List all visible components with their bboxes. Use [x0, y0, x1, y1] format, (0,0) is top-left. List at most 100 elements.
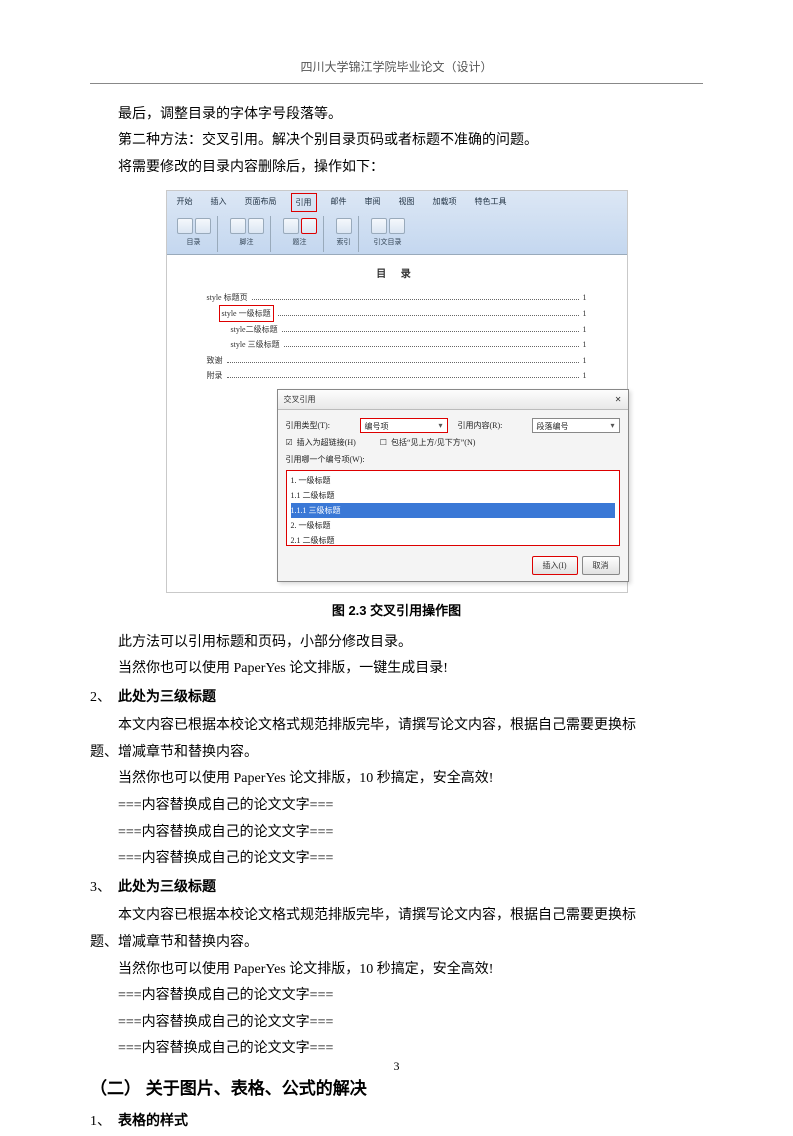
btn-toc[interactable] — [177, 218, 193, 234]
dialog-title: 交叉引用 — [284, 392, 316, 407]
toc-text: style二级标题 — [231, 322, 278, 337]
toc-row: style 标题页 1 — [207, 290, 587, 305]
chk-above-label: 包括“见上方/见下方”(N) — [391, 435, 475, 450]
after-p1: 此方法可以引用标题和页码，小部分修改目录。 — [90, 630, 703, 657]
group-citation-label: 引文目录 — [371, 236, 405, 249]
ref-type-combo[interactable]: 编号项 — [360, 418, 448, 433]
list-item[interactable]: 2.1 二级标题 — [291, 533, 615, 545]
intro-p1: 最后，调整目录的字体字号段落等。 — [90, 102, 703, 129]
ref-content-value: 段落编号 — [533, 422, 573, 431]
doc-area: 目 录 style 标题页 1 style 一级标题 1 style二级标题 1 st… — [167, 255, 627, 592]
tab-review[interactable]: 审阅 — [361, 193, 385, 212]
insert-button[interactable]: 插入(I) — [532, 556, 578, 575]
item-number: 2、 — [90, 685, 118, 712]
item-title: 此处为三级标题 — [118, 685, 216, 712]
group-index-label: 索引 — [336, 236, 352, 249]
tab-extras[interactable]: 特色工具 — [471, 193, 511, 212]
intro-p3: 将需要修改的目录内容删除后，操作如下： — [90, 155, 703, 182]
filler-line: ===内容替换成自己的论文文字=== — [90, 983, 703, 1010]
sec2-p2: 当然你也可以使用 PaperYes 论文排版，10 秒搞定，安全高效! — [90, 766, 703, 793]
sec3-p1b: 题、增减章节和替换内容。 — [90, 930, 703, 957]
toc-page: 1 — [583, 322, 587, 337]
toc-row: style 一级标题 1 — [207, 305, 587, 322]
btn-footnote[interactable] — [230, 218, 246, 234]
btn-endnote[interactable] — [248, 218, 264, 234]
btn-caption[interactable] — [283, 218, 299, 234]
sec3-p2: 当然你也可以使用 PaperYes 论文排版，10 秒搞定，安全高效! — [90, 957, 703, 984]
tab-view[interactable]: 视图 — [395, 193, 419, 212]
toc-row: style二级标题 1 — [207, 322, 587, 337]
dialog-titlebar: 交叉引用 ✕ — [278, 390, 628, 410]
toc-text: 附录 — [207, 368, 223, 383]
filler-line: ===内容替换成自己的论文文字=== — [90, 846, 703, 873]
btn-citation2[interactable] — [389, 218, 405, 234]
ref-type-label: 引用类型(T): — [286, 418, 356, 433]
group-caption-label: 题注 — [283, 236, 317, 249]
group-toc-label: 目录 — [177, 236, 211, 249]
toc-page: 1 — [583, 290, 587, 305]
ribbon-tabs: 开始 插入 页面布局 引用 邮件 审阅 视图 加载项 特色工具 — [167, 191, 627, 214]
list-label: 引用哪一个编号项(W): — [286, 452, 365, 467]
tab-addins[interactable]: 加载项 — [429, 193, 461, 212]
tab-home[interactable]: 开始 — [173, 193, 197, 212]
after-p2: 当然你也可以使用 PaperYes 论文排版，一键生成目录! — [90, 656, 703, 683]
page: { "header": "四川大学锦江学院毕业论文（设计）", "intro":… — [0, 0, 793, 1122]
toc-page: 1 — [583, 337, 587, 352]
page-header: 四川大学锦江学院毕业论文（设计） — [90, 56, 703, 84]
figure-caption: 图 2.3 交叉引用操作图 — [90, 599, 703, 624]
item-number: 3、 — [90, 875, 118, 902]
ref-content-label: 引用内容(R): — [458, 418, 528, 433]
list-item-selected[interactable]: 1.1.1 三级标题 — [291, 503, 615, 518]
ref-item-list[interactable]: 1. 一级标题 1.1 二级标题 1.1.1 三级标题 2. 一级标题 2.1 … — [286, 470, 620, 546]
list-item[interactable]: 1.1 二级标题 — [291, 488, 615, 503]
doc-title: 目 录 — [207, 265, 587, 284]
tab-references[interactable]: 引用 — [291, 193, 317, 212]
tab-mail[interactable]: 邮件 — [327, 193, 351, 212]
btn-crossref[interactable] — [301, 218, 317, 234]
tab-layout[interactable]: 页面布局 — [241, 193, 281, 212]
item-title: 表格的样式 — [118, 1109, 188, 1136]
tab-insert[interactable]: 插入 — [207, 193, 231, 212]
ref-type-value: 编号项 — [361, 422, 393, 431]
sec2-p1: 本文内容已根据本校论文格式规范排版完毕，请撰写论文内容，根据自己需要更换标 — [90, 713, 703, 740]
list-item[interactable]: 1. 一级标题 — [291, 473, 615, 488]
filler-line: ===内容替换成自己的论文文字=== — [90, 1010, 703, 1037]
close-icon[interactable]: ✕ — [615, 392, 622, 407]
heading3-item2: 2、 此处为三级标题 — [90, 685, 703, 712]
btn-index[interactable] — [336, 218, 352, 234]
ribbon: 开始 插入 页面布局 引用 邮件 审阅 视图 加载项 特色工具 目录 脚注 — [167, 191, 627, 255]
toc-page: 1 — [583, 353, 587, 368]
toc-row: 附录 1 — [207, 368, 587, 383]
word-screenshot: 开始 插入 页面布局 引用 邮件 审阅 视图 加载项 特色工具 目录 脚注 — [166, 190, 628, 593]
filler-line: ===内容替换成自己的论文文字=== — [90, 793, 703, 820]
btn-addtext[interactable] — [195, 218, 211, 234]
toc-row: style 三级标题1 — [207, 337, 587, 352]
toc-text: 致谢 — [207, 353, 223, 368]
ribbon-body: 目录 脚注 题注 索引 引文目录 — [167, 214, 627, 254]
ref-content-combo[interactable]: 段落编号 — [532, 418, 620, 433]
group-citation: 引文目录 — [365, 216, 411, 252]
checkbox-icon[interactable]: ☐ — [380, 435, 387, 450]
item-title: 此处为三级标题 — [118, 875, 216, 902]
sec2-p1b: 题、增减章节和替换内容。 — [90, 740, 703, 767]
page-number: 3 — [0, 1055, 793, 1078]
item-number: 1、 — [90, 1109, 118, 1136]
filler-line: ===内容替换成自己的论文文字=== — [90, 820, 703, 847]
group-footnote: 脚注 — [224, 216, 271, 252]
cancel-button[interactable]: 取消 — [582, 556, 620, 575]
toc-text-boxed: style 一级标题 — [219, 305, 274, 322]
heading3-item4: 1、 表格的样式 — [90, 1109, 703, 1136]
toc-text: style 标题页 — [207, 290, 248, 305]
sec3-p1: 本文内容已根据本校论文格式规范排版完毕，请撰写论文内容，根据自己需要更换标 — [90, 903, 703, 930]
crossref-dialog: 交叉引用 ✕ 引用类型(T): 编号项 引用内容(R): 段落编号 ☑插入为超链… — [277, 389, 629, 582]
intro-p2: 第二种方法：交叉引用。解决个别目录页码或者标题不准确的问题。 — [90, 128, 703, 155]
list-item[interactable]: 2. 一级标题 — [291, 518, 615, 533]
toc-row: 致谢 1 — [207, 353, 587, 368]
group-toc: 目录 — [171, 216, 218, 252]
toc-page: 1 — [583, 306, 587, 321]
heading3-item3: 3、 此处为三级标题 — [90, 875, 703, 902]
btn-citation1[interactable] — [371, 218, 387, 234]
checkbox-icon[interactable]: ☑ — [286, 435, 293, 450]
toc-page: 1 — [583, 368, 587, 383]
group-footnote-label: 脚注 — [230, 236, 264, 249]
